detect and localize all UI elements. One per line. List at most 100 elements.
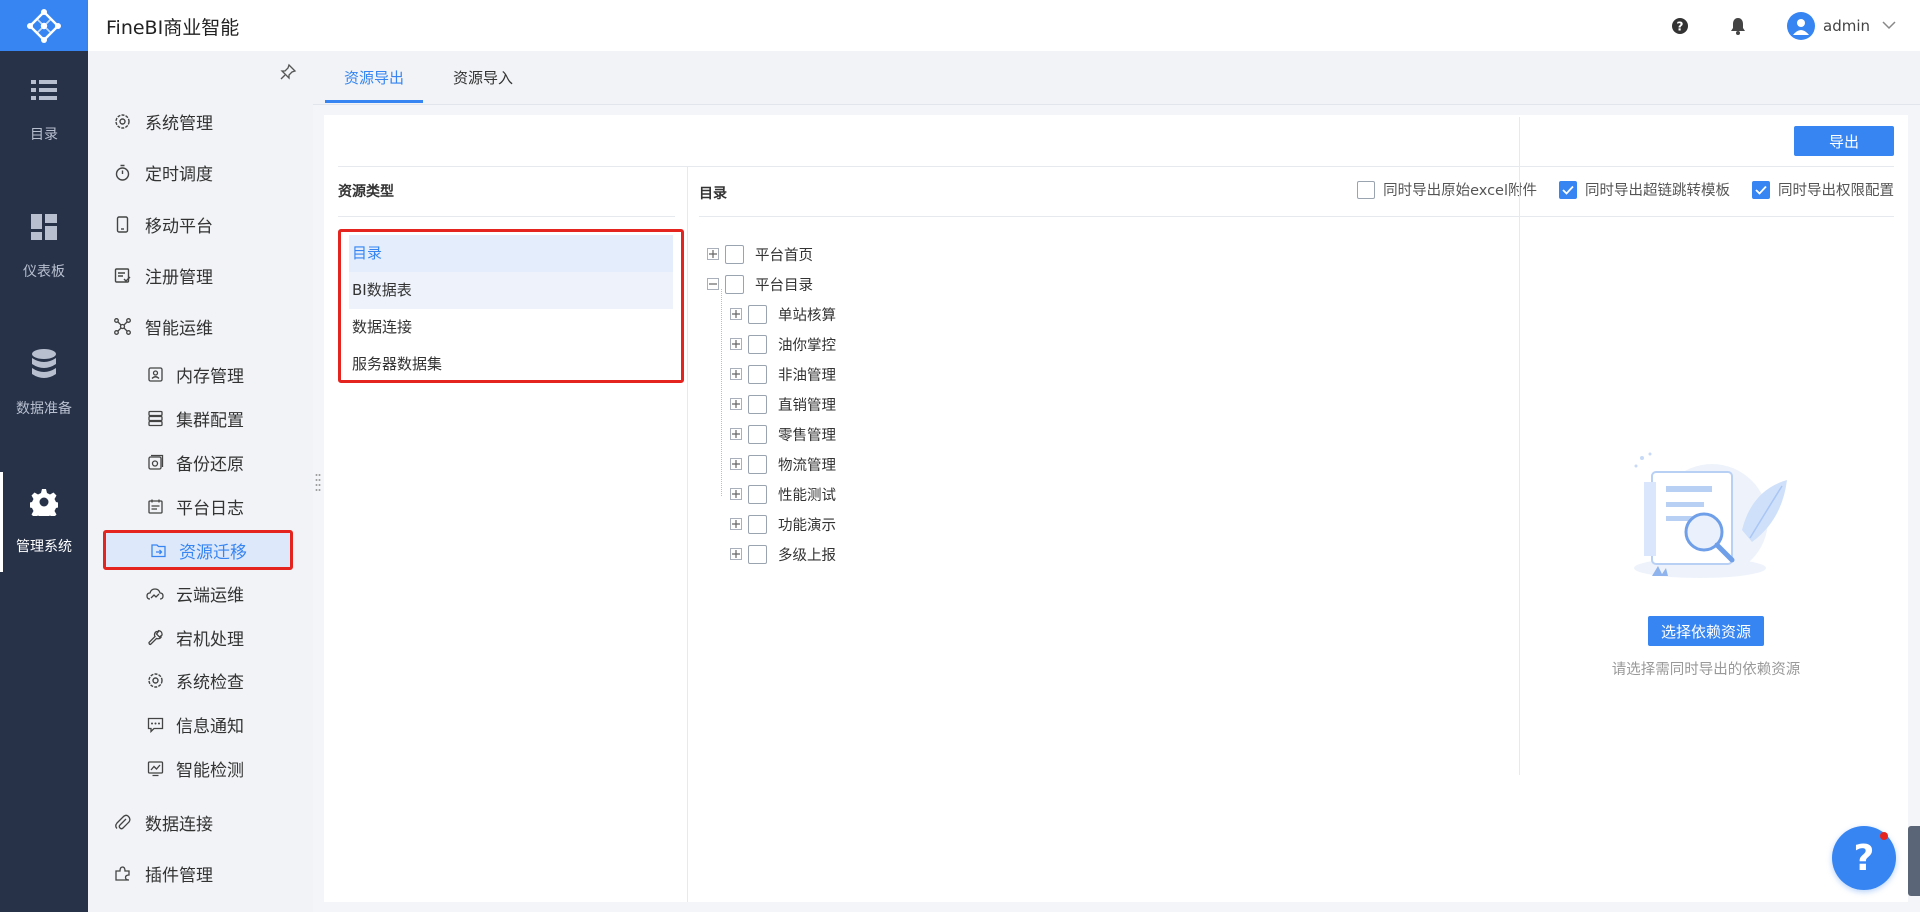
tree-checkbox[interactable] (748, 334, 767, 354)
menu-item-system[interactable]: 系统管理 (113, 101, 213, 141)
header-actions: ? admin (1671, 0, 1896, 51)
tree-node-label: 油你掌控 (778, 337, 836, 354)
option-export-excel[interactable]: 同时导出原始excel附件 (1357, 179, 1537, 200)
tree-checkbox[interactable] (748, 424, 767, 444)
checkbox-checked[interactable] (1752, 180, 1770, 199)
tree-node-label: 零售管理 (778, 427, 836, 444)
plus-icon[interactable] (730, 308, 742, 320)
minus-icon[interactable] (707, 278, 719, 290)
plus-icon[interactable] (730, 368, 742, 380)
menu-item-data-connection[interactable]: 数据连接 (113, 802, 213, 842)
menu-sub-label: 平台日志 (176, 498, 244, 519)
tree-checkbox[interactable] (748, 364, 767, 384)
option-export-permissions[interactable]: 同时导出权限配置 (1752, 179, 1894, 200)
menu-item-mobile[interactable]: 移动平台 (113, 204, 213, 244)
empty-search-illustration-icon (1622, 450, 1792, 590)
menu-sub-label: 智能检测 (176, 760, 244, 781)
plus-icon[interactable] (707, 248, 719, 260)
tree-checkbox[interactable] (748, 514, 767, 534)
menu-sub-migrate[interactable]: 资源迁移 (103, 530, 293, 570)
plus-icon[interactable] (730, 398, 742, 410)
menu-item-smart-ops[interactable]: 智能运维 (113, 306, 213, 346)
tab-export[interactable]: 资源导出 (325, 67, 423, 103)
menu-sub-backup[interactable]: 备份还原 (146, 443, 244, 481)
log-icon (146, 497, 164, 515)
plus-icon[interactable] (730, 338, 742, 350)
menu-item-label: 系统管理 (145, 113, 213, 134)
resource-type-list: 目录 BI数据表 数据连接 服务器数据集 (338, 229, 684, 383)
resource-type-catalog[interactable]: 目录 (349, 235, 673, 272)
tree-node[interactable]: 非油管理 (730, 359, 836, 389)
menu-sub-notification[interactable]: 信息通知 (146, 705, 244, 743)
side-widget-tab[interactable] (1908, 826, 1920, 896)
user-name[interactable]: admin (1823, 17, 1870, 35)
message-icon (146, 715, 164, 733)
tree-node[interactable]: 油你掌控 (730, 329, 836, 359)
finebi-logo-icon[interactable] (0, 0, 88, 51)
tree-checkbox[interactable] (725, 244, 744, 264)
rail-item-catalog[interactable]: 目录 (0, 50, 88, 170)
menu-sub-memory[interactable]: 内存管理 (146, 355, 244, 393)
rail-item-admin[interactable]: 管理系统 (0, 462, 88, 582)
tree-node[interactable]: 多级上报 (730, 539, 836, 569)
pin-icon[interactable] (279, 63, 297, 81)
menu-item-schedule[interactable]: 定时调度 (113, 152, 213, 192)
checkbox[interactable] (1357, 180, 1376, 199)
plus-icon[interactable] (730, 458, 742, 470)
menu-item-register[interactable]: 注册管理 (113, 255, 213, 295)
cluster-icon (146, 409, 164, 427)
resize-handle[interactable] (315, 472, 321, 492)
tree-guide-line (721, 289, 722, 496)
avatar[interactable] (1787, 11, 1815, 40)
menu-item-plugins[interactable]: 插件管理 (113, 853, 213, 893)
help-circle-icon[interactable]: ? (1671, 17, 1689, 35)
tree-node[interactable]: 直销管理 (730, 389, 836, 419)
tree-node[interactable]: 零售管理 (730, 419, 836, 449)
divider (699, 216, 1894, 217)
tree-node[interactable]: 功能演示 (730, 509, 836, 539)
tree-checkbox[interactable] (748, 544, 767, 564)
rail-item-dashboard[interactable]: 仪表板 (0, 187, 88, 307)
menu-sub-cloud-ops[interactable]: 云端运维 (146, 574, 244, 612)
monitor-icon (146, 759, 164, 777)
tree-checkbox[interactable] (748, 484, 767, 504)
resource-type-bi-table[interactable]: BI数据表 (349, 272, 673, 309)
option-label: 同时导出原始excel附件 (1383, 183, 1537, 199)
menu-sub-crash[interactable]: 宕机处理 (146, 618, 244, 656)
menu-item-label: 移动平台 (145, 216, 213, 237)
rail-item-data-prep[interactable]: 数据准备 (0, 324, 88, 444)
checkbox-checked[interactable] (1559, 180, 1577, 199)
select-dependency-button[interactable]: 选择依赖资源 (1648, 616, 1764, 646)
tree-node[interactable]: 性能测试 (730, 479, 836, 509)
tree-node-label: 多级上报 (778, 547, 836, 564)
plus-icon[interactable] (730, 518, 742, 530)
chevron-down-icon[interactable] (1882, 18, 1896, 34)
tab-import[interactable]: 资源导入 (453, 67, 513, 103)
tree-checkbox[interactable] (748, 454, 767, 474)
directory-title: 目录 (699, 186, 727, 202)
floating-help-button[interactable]: ? (1832, 826, 1896, 890)
rail-item-label: 目录 (30, 127, 58, 143)
menu-sub-label: 系统检查 (176, 672, 244, 693)
menu-sub-cluster[interactable]: 集群配置 (146, 399, 244, 437)
tree-node-platform-home[interactable]: 平台首页 (707, 239, 813, 269)
export-button[interactable]: 导出 (1794, 126, 1894, 156)
menu-sub-smart-detect[interactable]: 智能检测 (146, 749, 244, 787)
option-label: 同时导出权限配置 (1778, 183, 1894, 199)
plus-icon[interactable] (730, 428, 742, 440)
resource-type-data-connection[interactable]: 数据连接 (349, 309, 673, 346)
menu-sub-system-check[interactable]: 系统检查 (146, 661, 244, 699)
tree-node[interactable]: 物流管理 (730, 449, 836, 479)
option-export-hyperlink-template[interactable]: 同时导出超链跳转模板 (1559, 179, 1730, 200)
tree-node[interactable]: 单站核算 (730, 299, 836, 329)
tree-node-platform-catalog[interactable]: 平台目录 (707, 269, 813, 299)
tree-checkbox[interactable] (748, 304, 767, 324)
tree-checkbox[interactable] (748, 394, 767, 414)
menu-sub-logs[interactable]: 平台日志 (146, 487, 244, 525)
menu-item-label: 定时调度 (145, 164, 213, 185)
bell-icon[interactable] (1729, 17, 1747, 35)
resource-type-server-dataset[interactable]: 服务器数据集 (349, 346, 673, 383)
plus-icon[interactable] (730, 488, 742, 500)
plus-icon[interactable] (730, 548, 742, 560)
tree-checkbox[interactable] (725, 274, 744, 294)
